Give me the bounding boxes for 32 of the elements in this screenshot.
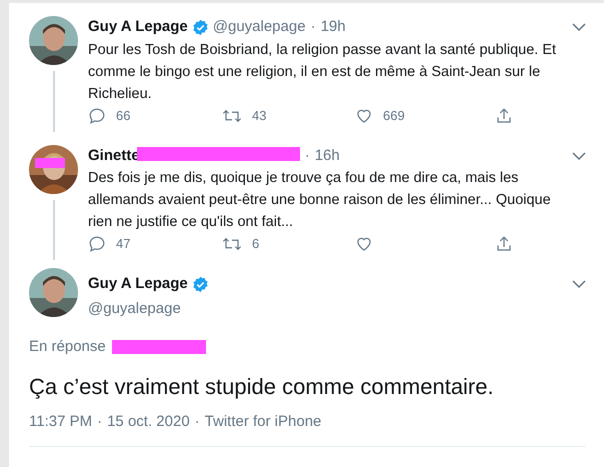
comment-icon[interactable] [88, 106, 106, 124]
like-count: 669 [383, 106, 405, 125]
tweet-text: Pour les Tosh de Boisbriand, la religion passe avant la santé publique. Et comme le bingo est une religion, il en est de même à Saint-Jean sur le Richelieu. [88, 40, 558, 104]
time-separator: · [304, 146, 310, 166]
share-icon[interactable] [495, 106, 513, 124]
heart-icon[interactable] [355, 235, 373, 253]
meta-separator: · [97, 412, 102, 432]
comment-icon[interactable] [88, 235, 106, 253]
tweet-time[interactable]: 16h [314, 144, 340, 167]
retweet-count: 6 [252, 235, 260, 254]
author-handle[interactable]: @guyalepage [212, 16, 306, 38]
retweet-icon[interactable] [222, 235, 242, 253]
reply-count: 66 [116, 106, 130, 125]
reply-to-label: En réponse [29, 337, 106, 357]
author-handle[interactable]: @guyalepage [88, 298, 586, 320]
tweet-time[interactable]: 11:37 PM [29, 410, 92, 433]
reply-count: 47 [116, 235, 130, 254]
tweet-text: Ça c’est vraiment stupide comme commentaire. [29, 372, 495, 400]
tweet-time[interactable]: 19h [320, 16, 346, 38]
retweet-count: 43 [252, 106, 266, 125]
author-name[interactable]: Guy A Lepage [88, 273, 188, 296]
tweet-date[interactable]: 15 oct. 2020 [107, 410, 190, 433]
author-name[interactable]: Guy A Lepage [88, 16, 188, 38]
chevron-down-icon[interactable] [572, 280, 586, 288]
tweet-text: Des fois je me dis, quoique je trouve ça fou de me dire ca, mais les allemands avaient peut-être une bonne raison de les éliminer... Quoique rien ne justifie ce qu'ils ont fait... [88, 169, 552, 232]
tweet-source[interactable]: Twitter for iPhone [204, 410, 322, 433]
author-name[interactable]: Ginette [88, 144, 140, 167]
share-icon[interactable] [495, 235, 513, 253]
chevron-down-icon[interactable] [572, 152, 586, 160]
meta-separator: · [194, 412, 200, 432]
time-separator: · [310, 17, 316, 37]
chevron-down-icon[interactable] [572, 23, 586, 32]
